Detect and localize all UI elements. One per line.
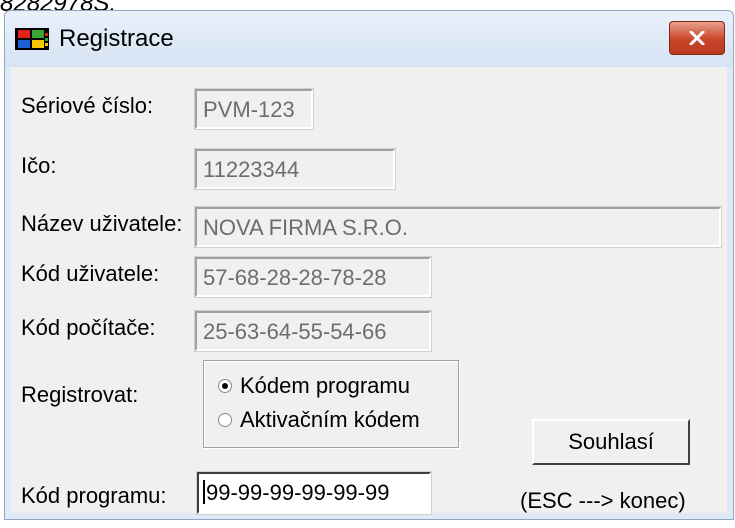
serial-number-label: Sériové číslo:: [21, 93, 154, 118]
windows-flag-icon: [15, 25, 49, 53]
serial-number-field: PVM-123: [194, 88, 314, 130]
esc-hint: (ESC ---> konec): [520, 488, 686, 513]
radio-button-checked[interactable]: [218, 379, 232, 393]
ico-label: Ičo:: [21, 153, 57, 178]
agree-button[interactable]: Souhlasí: [532, 419, 690, 465]
close-button[interactable]: [669, 21, 725, 55]
radio-program-code[interactable]: Kódem programu: [218, 373, 410, 399]
register-label: Registrovat:: [21, 382, 139, 407]
text-caret: [203, 480, 205, 504]
radio-program-code-label: Kódem programu: [240, 373, 410, 398]
user-code-field: 57-68-28-28-78-28: [194, 256, 432, 298]
program-code-label: Kód programu:: [21, 483, 167, 508]
user-name-label: Název uživatele:: [21, 211, 183, 236]
program-code-value: 99-99-99-99-99-99: [206, 480, 390, 505]
program-code-input[interactable]: 99-99-99-99-99-99: [196, 471, 432, 515]
radio-activation-code[interactable]: Aktivačním kódem: [218, 407, 420, 433]
user-name-field: NOVA FIRMA S.R.O.: [194, 206, 722, 248]
pc-code-label: Kód počítače:: [21, 315, 156, 340]
registration-dialog: Registrace Sériové číslo: PVM-123 Ičo: 1…: [4, 10, 734, 520]
radio-activation-code-label: Aktivačním kódem: [240, 407, 420, 432]
ico-field: 11223344: [194, 148, 396, 190]
dialog-content: Sériové číslo: PVM-123 Ičo: 11223344 Náz…: [11, 67, 727, 515]
register-method-group: Kódem programu Aktivačním kódem: [203, 360, 459, 448]
window-title: Registrace: [59, 25, 174, 52]
title-bar[interactable]: Registrace: [5, 11, 733, 67]
close-icon: [689, 31, 705, 45]
radio-button-unchecked[interactable]: [218, 413, 232, 427]
user-code-label: Kód uživatele:: [21, 261, 160, 286]
pc-code-field: 25-63-64-55-54-66: [194, 310, 432, 352]
